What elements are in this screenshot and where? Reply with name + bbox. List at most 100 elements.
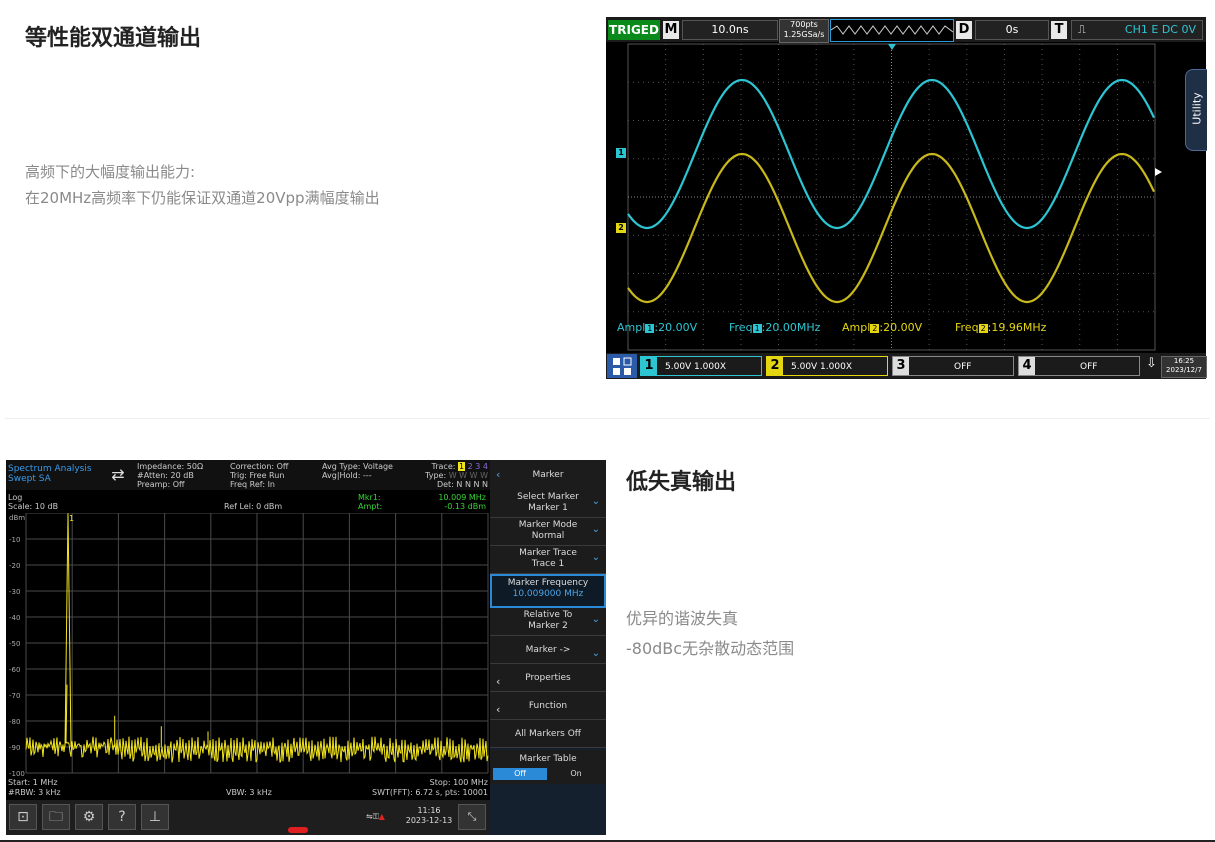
channel-number: 2: [767, 357, 783, 375]
trace-settings[interactable]: Trace: 1 2 3 4 Type: W W W W Det: N N N …: [418, 462, 488, 489]
trace-num: 3: [475, 462, 481, 471]
vbw-value[interactable]: VBW: 3 kHz: [226, 788, 272, 797]
marker-1-label[interactable]: 1: [69, 514, 74, 523]
sample-info: 700pts 1.25GSa/s: [779, 19, 829, 43]
trigger-settings[interactable]: Correction: Off Trig: Free Run Freq Ref:…: [230, 462, 288, 489]
meas-value: :19.96MHz: [987, 321, 1047, 334]
scope-clock: 16:25 2023/12/7: [1161, 356, 1207, 378]
ch1-offset-marker[interactable]: 1: [616, 148, 626, 158]
stop-frequency[interactable]: Stop: 100 MHz: [386, 778, 488, 787]
menu-item-function[interactable]: Function ‹: [490, 692, 606, 720]
mode-line: Spectrum Analysis: [8, 464, 92, 474]
type-label: Type:: [425, 471, 447, 480]
help-icon[interactable]: ?: [108, 804, 136, 830]
trigger-info[interactable]: ⎍ CH1 E DC 0V: [1071, 20, 1203, 40]
menu-item-relative-to[interactable]: Relative To Marker 2 ⌄: [490, 608, 606, 636]
spectrum-date: 2023-12-13: [405, 816, 453, 825]
m-label: M: [663, 21, 679, 39]
input-settings[interactable]: Impedance: 50Ω #Atten: 20 dB Preamp: Off: [137, 462, 203, 489]
spectrum-analyzer-screenshot: Spectrum Analysis Swept SA ⇄ Impedance: …: [6, 460, 606, 835]
marker-table-off[interactable]: Off: [493, 768, 547, 780]
usb-icon: ⇩: [1146, 356, 1157, 371]
rbw-value[interactable]: #RBW: 3 kHz: [8, 788, 61, 797]
utility-tab[interactable]: Utility: [1185, 69, 1207, 151]
measure-icon[interactable]: ⊥: [141, 804, 169, 830]
menu-item-marker-trace[interactable]: Marker Trace Trace 1 ⌄: [490, 546, 606, 574]
chevron-down-icon: ⌄: [591, 496, 600, 507]
marker-labels: Mkr1: Ampt:: [358, 493, 382, 511]
spectrum-header: Spectrum Analysis Swept SA ⇄ Impedance: …: [6, 460, 490, 490]
meas-label: Freq: [955, 321, 979, 334]
trigger-status-badge: TRIGED: [608, 20, 660, 40]
sample-rate-value: 1.25GSa/s: [783, 30, 825, 39]
menu-item-marker-frequency[interactable]: Marker Frequency 10.009000 MHz: [490, 574, 606, 608]
spectrum-plot: -10 -20 -30 -40 -50 -60 -70 -80 -90 -100: [9, 513, 489, 777]
ref-level[interactable]: Ref Lel: 0 dBm: [224, 502, 282, 511]
menu-item-all-markers-off[interactable]: All Markers Off: [490, 720, 606, 748]
menu-item-marker[interactable]: Marker -> ⌄: [490, 636, 606, 664]
swap-icon[interactable]: ⇄: [106, 464, 130, 486]
y-tick-label: -20: [9, 562, 20, 570]
avg-hold-text: Avg|Hold: ---: [322, 471, 372, 480]
chevron-left-icon: ‹: [496, 675, 501, 688]
menu-item-label: Marker Trace: [519, 548, 577, 558]
home-indicator[interactable]: [288, 827, 308, 833]
avg-type-text: Avg Type: Voltage: [322, 462, 393, 471]
marker-table-on[interactable]: On: [549, 768, 603, 780]
timebase-value[interactable]: 10.0ns: [682, 20, 778, 40]
trace-num: 2: [467, 462, 473, 471]
ch2-offset-marker[interactable]: 2: [616, 223, 626, 233]
spectrum-clock: 11:16 2023-12-13: [404, 806, 454, 826]
ch1-frequency-readout: Freq 1:20.00MHz: [729, 321, 820, 334]
fullscreen-icon[interactable]: ⤡: [458, 804, 486, 830]
chevron-down-icon: ⌄: [591, 552, 600, 563]
scale-text: Scale: 10 dB: [8, 502, 59, 511]
chevron-left-icon: ‹: [496, 703, 501, 716]
channel-setting: OFF: [1080, 362, 1098, 372]
channel-3-box[interactable]: 3 OFF: [892, 356, 1014, 376]
oscilloscope-screenshot: TRIGED M 10.0ns 700pts 1.25GSa/s D 0s T …: [606, 17, 1207, 379]
menu-item-value: Trace 1: [531, 559, 565, 569]
mode-label[interactable]: Spectrum Analysis Swept SA: [8, 464, 92, 484]
screenshot-icon[interactable]: ⊡: [9, 804, 37, 830]
menu-item-value: 10.009000 MHz: [512, 589, 584, 599]
y-tick-label: -40: [9, 614, 20, 622]
chevron-down-icon: ⌄: [591, 524, 600, 535]
sweep-time[interactable]: SWT(FFT): 6.72 s, pts: 10001: [346, 788, 488, 797]
section-description-dual-channel: 高频下的大幅度输出能力: 在20MHz高频率下仍能保证双通道20Vpp满幅度输出: [25, 159, 380, 211]
menu-item-label: Function: [528, 701, 568, 711]
menu-item-properties[interactable]: Properties ‹: [490, 664, 606, 692]
folder-icon[interactable]: 🗀: [42, 804, 70, 830]
start-frequency[interactable]: Start: 1 MHz: [8, 778, 58, 787]
channel-2-box[interactable]: 2 5.00V 1.000X: [766, 356, 888, 376]
marker-table-toggle[interactable]: Marker Table Off On: [490, 750, 606, 784]
atten-text: #Atten: 20 dB: [137, 471, 194, 480]
scope-status-bar: TRIGED M 10.0ns 700pts 1.25GSa/s D 0s T …: [606, 17, 1206, 43]
ampt-label: Ampt:: [358, 502, 383, 511]
menu-item-select-marker[interactable]: Select Marker Marker 1 ⌄: [490, 490, 606, 518]
meas-channel-tag: 1: [752, 324, 762, 333]
app-menu-button[interactable]: [607, 354, 637, 378]
channel-1-box[interactable]: 1 5.00V 1.000X: [640, 356, 762, 376]
menu-item-label: Properties: [525, 673, 571, 683]
y-tick-label: -80: [9, 718, 20, 726]
waveform-overview[interactable]: [830, 19, 954, 42]
overview-wave-icon: [830, 25, 954, 35]
marker-table-label: Marker Table: [519, 754, 577, 764]
menu-item-marker-mode[interactable]: Marker Mode Normal ⌄: [490, 518, 606, 546]
scale-info[interactable]: Log Scale: 10 dB: [8, 493, 58, 511]
channel-4-box[interactable]: 4 OFF: [1018, 356, 1140, 376]
mkr-label: Mkr1:: [358, 493, 381, 502]
menu-header[interactable]: ‹ Marker: [490, 460, 606, 491]
settings-gear-icon[interactable]: ⚙: [75, 804, 103, 830]
meas-label: Ampl: [617, 321, 646, 334]
delay-value[interactable]: 0s: [975, 20, 1049, 40]
menu-item-label: Marker ->: [525, 645, 571, 655]
menu-item-label: Select Marker: [517, 492, 579, 502]
average-settings[interactable]: Avg Type: Voltage Avg|Hold: ---: [322, 462, 393, 480]
meas-channel-tag: 2: [978, 324, 988, 333]
det-label: Det:: [436, 480, 454, 489]
y-tick-label: -50: [9, 640, 20, 648]
scale-info-row: Log Scale: 10 dB Ref Lel: 0 dBm Mkr1: Am…: [6, 491, 490, 513]
scope-time: 16:25: [1173, 357, 1195, 365]
